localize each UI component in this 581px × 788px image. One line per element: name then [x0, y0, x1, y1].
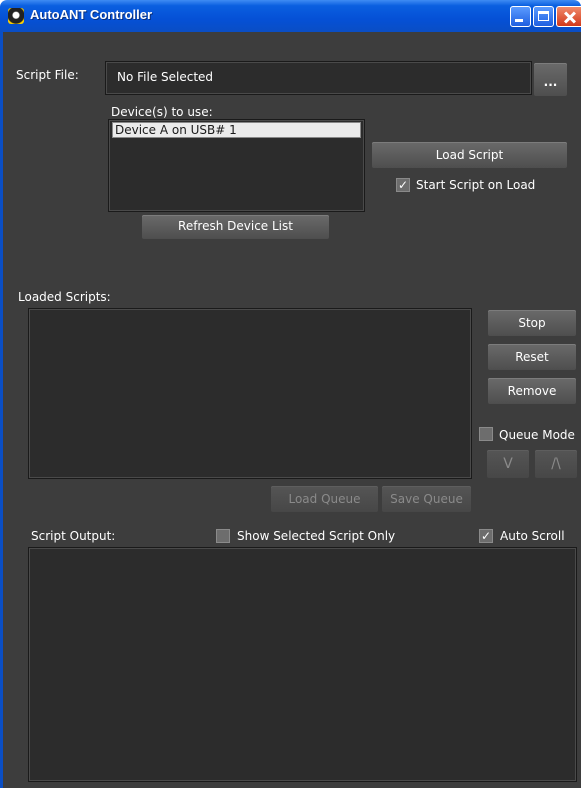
script-file-label: Script File:	[16, 68, 79, 82]
app-icon	[8, 8, 24, 24]
script-file-value: No File Selected	[117, 70, 214, 84]
client-area: Script File: No File Selected ... Device…	[3, 32, 581, 788]
device-list-item[interactable]: Device A on USB# 1	[112, 122, 361, 138]
window-title: AutoANT Controller	[30, 7, 153, 22]
maximize-button[interactable]	[533, 6, 554, 27]
remove-button[interactable]: Remove	[488, 378, 576, 404]
start-on-load-checkbox[interactable]: ✓	[396, 178, 410, 192]
app-window: AutoANT Controller Script File: No File …	[0, 0, 581, 788]
title-bar[interactable]: AutoANT Controller	[0, 0, 581, 32]
save-queue-button[interactable]: Save Queue	[382, 486, 471, 512]
stop-button[interactable]: Stop	[488, 310, 576, 336]
script-output-area[interactable]	[28, 547, 577, 782]
reset-button[interactable]: Reset	[488, 344, 576, 370]
script-output-label: Script Output:	[31, 529, 116, 543]
show-selected-checkbox[interactable]	[216, 529, 230, 543]
script-file-field[interactable]: No File Selected	[105, 61, 532, 95]
devices-label: Device(s) to use:	[111, 105, 213, 119]
loaded-scripts-list[interactable]	[28, 308, 472, 479]
queue-mode-label: Queue Mode	[499, 428, 575, 442]
start-on-load-label: Start Script on Load	[416, 178, 536, 192]
show-selected-label: Show Selected Script Only	[237, 529, 396, 543]
auto-scroll-label: Auto Scroll	[500, 529, 565, 543]
auto-scroll-checkbox[interactable]: ✓	[479, 529, 493, 543]
load-script-button[interactable]: Load Script	[372, 142, 567, 168]
refresh-device-list-button[interactable]: Refresh Device List	[142, 215, 329, 239]
minimize-button[interactable]	[510, 6, 531, 27]
device-list[interactable]: Device A on USB# 1	[108, 119, 365, 212]
queue-mode-checkbox[interactable]	[479, 427, 493, 441]
move-up-button[interactable]: /\	[535, 450, 577, 478]
browse-button[interactable]: ...	[534, 63, 567, 96]
device-list-item-label: Device A on USB# 1	[115, 123, 237, 137]
move-down-button[interactable]: V	[487, 450, 529, 478]
close-button[interactable]	[556, 6, 581, 27]
load-queue-button[interactable]: Load Queue	[271, 486, 378, 512]
loaded-scripts-label: Loaded Scripts:	[18, 290, 111, 304]
